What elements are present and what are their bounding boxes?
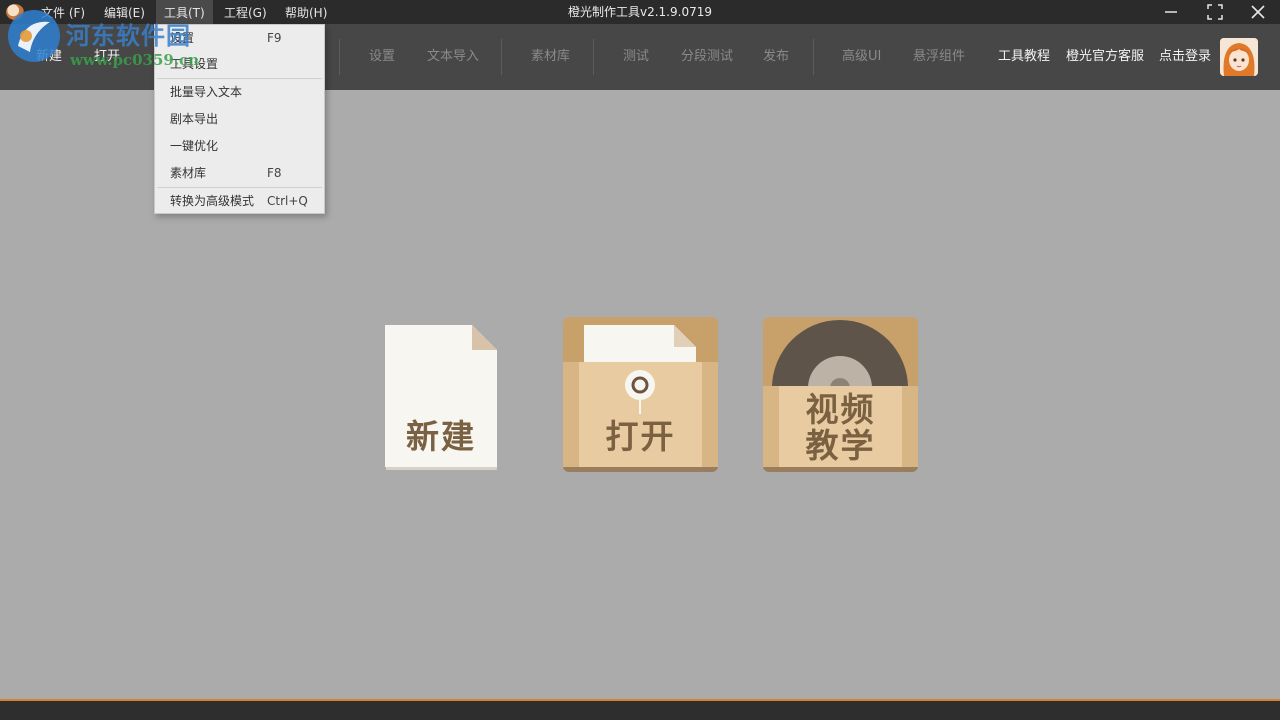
menu-item-settings[interactable]: 设置 F9 xyxy=(155,25,324,51)
new-project-card[interactable]: 新建 xyxy=(383,324,499,474)
toolbar-test-button[interactable]: 测试 xyxy=(623,24,649,90)
status-bar xyxy=(0,699,1280,720)
tools-dropdown-menu: 设置 F9 工具设置 批量导入文本 剧本导出 一键优化 素材库 F8 转换为高级… xyxy=(154,24,325,214)
toolbar-assets-button[interactable]: 素材库 xyxy=(531,24,570,90)
close-icon xyxy=(1251,5,1265,19)
toolbar-open-button[interactable]: 打开 xyxy=(94,24,120,90)
menu-item-tool-settings[interactable]: 工具设置 xyxy=(155,51,324,77)
toolbar-login-link[interactable]: 点击登录 xyxy=(1159,24,1211,90)
menu-edit[interactable]: 编辑(E) xyxy=(96,0,153,24)
menu-item-optimize[interactable]: 一键优化 xyxy=(155,133,324,159)
minimize-icon xyxy=(1165,11,1177,13)
toolbar-divider xyxy=(339,39,340,75)
new-project-label: 新建 xyxy=(406,417,476,456)
menu-item-shortcut: F8 xyxy=(267,166,282,180)
menu-item-label: 剧本导出 xyxy=(170,112,219,126)
menu-item-advanced-mode[interactable]: 转换为高级模式 Ctrl+Q xyxy=(155,188,324,214)
menu-item-shortcut: F9 xyxy=(267,31,282,45)
title-bar: 文件 (F) 编辑(E) 工具(T) 工程(G) 帮助(H) 橙光制作工具v2.… xyxy=(0,0,1280,24)
menu-item-shortcut: Ctrl+Q xyxy=(267,194,308,208)
toolbar-tutorial-link[interactable]: 工具教程 xyxy=(998,24,1050,90)
close-button[interactable] xyxy=(1236,0,1280,24)
menu-item-label: 设置 xyxy=(170,31,195,45)
menu-item-script-export[interactable]: 剧本导出 xyxy=(155,106,324,132)
menu-item-label: 素材库 xyxy=(170,166,207,180)
video-tutorial-card[interactable]: 视频 教学 xyxy=(762,316,919,474)
toolbar-publish-button[interactable]: 发布 xyxy=(763,24,789,90)
maximize-icon xyxy=(1207,4,1223,20)
user-avatar[interactable] xyxy=(1220,38,1258,76)
toolbar-settings-button[interactable]: 设置 xyxy=(369,24,395,90)
toolbar-divider xyxy=(593,39,594,75)
video-tutorial-label-line1: 视频 xyxy=(805,390,876,429)
open-project-card[interactable]: 打开 xyxy=(562,316,719,474)
toolbar-divider xyxy=(813,39,814,75)
menu-file[interactable]: 文件 (F) xyxy=(33,0,93,24)
toolbar-segment-test-button[interactable]: 分段测试 xyxy=(681,24,733,90)
maximize-button[interactable] xyxy=(1193,0,1237,24)
toolbar-advanced-ui-button[interactable]: 高级UI xyxy=(842,24,881,90)
toolbar-floating-widget-button[interactable]: 悬浮组件 xyxy=(913,24,965,90)
open-project-label: 打开 xyxy=(605,417,676,456)
menu-item-label: 批量导入文本 xyxy=(170,85,243,99)
menu-item-label: 工具设置 xyxy=(170,57,219,71)
menu-item-label: 一键优化 xyxy=(170,139,219,153)
menu-item-batch-import[interactable]: 批量导入文本 xyxy=(155,79,324,105)
menu-item-assets[interactable]: 素材库 F8 xyxy=(155,160,324,186)
menu-project[interactable]: 工程(G) xyxy=(216,0,275,24)
menu-item-label: 转换为高级模式 xyxy=(170,194,255,208)
toolbar-support-link[interactable]: 橙光官方客服 xyxy=(1066,24,1144,90)
toolbar-text-import-button[interactable]: 文本导入 xyxy=(427,24,479,90)
video-tutorial-label-line2: 教学 xyxy=(805,426,876,465)
menu-tools[interactable]: 工具(T) xyxy=(156,0,213,24)
avatar-icon xyxy=(1220,38,1258,76)
toolbar-new-button[interactable]: 新建 xyxy=(36,24,62,90)
minimize-button[interactable] xyxy=(1149,0,1193,24)
menu-help[interactable]: 帮助(H) xyxy=(277,0,335,24)
app-logo-icon xyxy=(6,4,24,20)
toolbar-divider xyxy=(501,39,502,75)
